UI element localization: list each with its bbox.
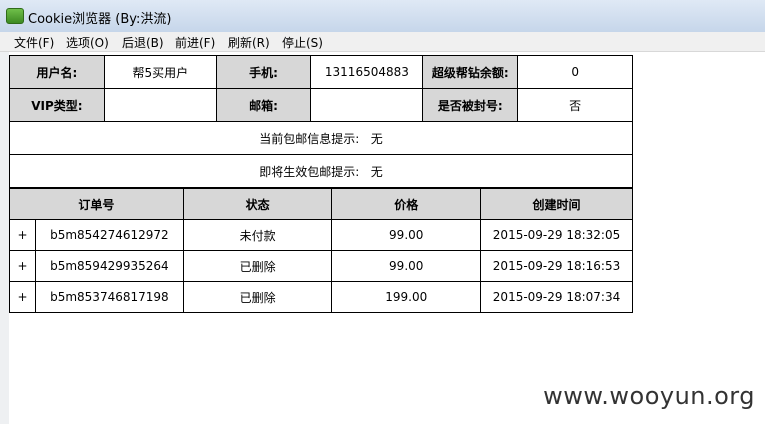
phone-label: 手机: [215,55,312,89]
vip-label: VIP类型: [9,88,105,122]
window-title: Cookie浏览器 (By:洪流) [28,12,172,27]
table-row: + b5m854274612972 未付款 99.00 2015-09-29 1… [9,219,633,251]
order-no: b5m859429935264 [34,250,184,282]
menu-options[interactable]: 选项(O) [66,34,109,51]
order-status: 未付款 [182,219,333,251]
phone-value: 13116504883 [310,55,424,89]
header-price: 价格 [331,188,482,220]
page-content: 用户名: 帮5买用户 手机: 13116504883 超级帮钻余额: 0 VIP… [0,52,765,424]
header-created: 创建时间 [480,188,633,220]
header-order-no: 订单号 [9,188,184,220]
menu-refresh[interactable]: 刷新(R) [228,34,270,51]
account-info-table: 用户名: 帮5买用户 手机: 13116504883 超级帮钻余额: 0 VIP… [9,55,633,188]
table-row: + b5m853746817198 已删除 199.00 2015-09-29 … [9,281,633,313]
app-icon [6,8,24,24]
banned-label: 是否被封号: [422,88,519,122]
expand-button[interactable]: + [9,281,36,313]
username-value: 帮5买用户 [103,55,217,89]
menu-forward[interactable]: 前进(F) [175,34,215,51]
header-status: 状态 [182,188,333,220]
menu-file[interactable]: 文件(F) [14,34,54,51]
order-created: 2015-09-29 18:16:53 [480,250,633,282]
order-no: b5m854274612972 [34,219,184,251]
banned-value: 否 [517,88,633,122]
orders-header-row: 订单号 状态 价格 创建时间 [9,188,633,220]
expand-button[interactable]: + [9,250,36,282]
order-no: b5m853746817198 [34,281,184,313]
order-status: 已删除 [182,250,333,282]
username-label: 用户名: [9,55,105,89]
expand-button[interactable]: + [9,219,36,251]
email-value [310,88,424,122]
orders-table: 订单号 状态 价格 创建时间 + b5m854274612972 未付款 99.… [9,188,633,313]
menu-bar: 文件(F) 选项(O) 后退(B) 前进(F) 刷新(R) 停止(S) [0,32,765,52]
left-scroll-strip [0,52,9,424]
upcoming-shipping-tip: 即将生效包邮提示: 无 [9,154,633,188]
order-status: 已删除 [182,281,333,313]
order-price: 99.00 [331,219,482,251]
order-price: 99.00 [331,250,482,282]
watermark: www.wooyun.org [543,382,755,410]
order-price: 199.00 [331,281,482,313]
balance-label: 超级帮钻余额: [422,55,519,89]
table-row: + b5m859429935264 已删除 99.00 2015-09-29 1… [9,250,633,282]
title-bar: Cookie浏览器 (By:洪流) [0,0,765,33]
menu-stop[interactable]: 停止(S) [282,34,323,51]
order-created: 2015-09-29 18:32:05 [480,219,633,251]
menu-back[interactable]: 后退(B) [122,34,164,51]
vip-value [103,88,217,122]
email-label: 邮箱: [215,88,312,122]
current-shipping-tip: 当前包邮信息提示: 无 [9,121,633,155]
balance-value: 0 [517,55,633,89]
order-created: 2015-09-29 18:07:34 [480,281,633,313]
